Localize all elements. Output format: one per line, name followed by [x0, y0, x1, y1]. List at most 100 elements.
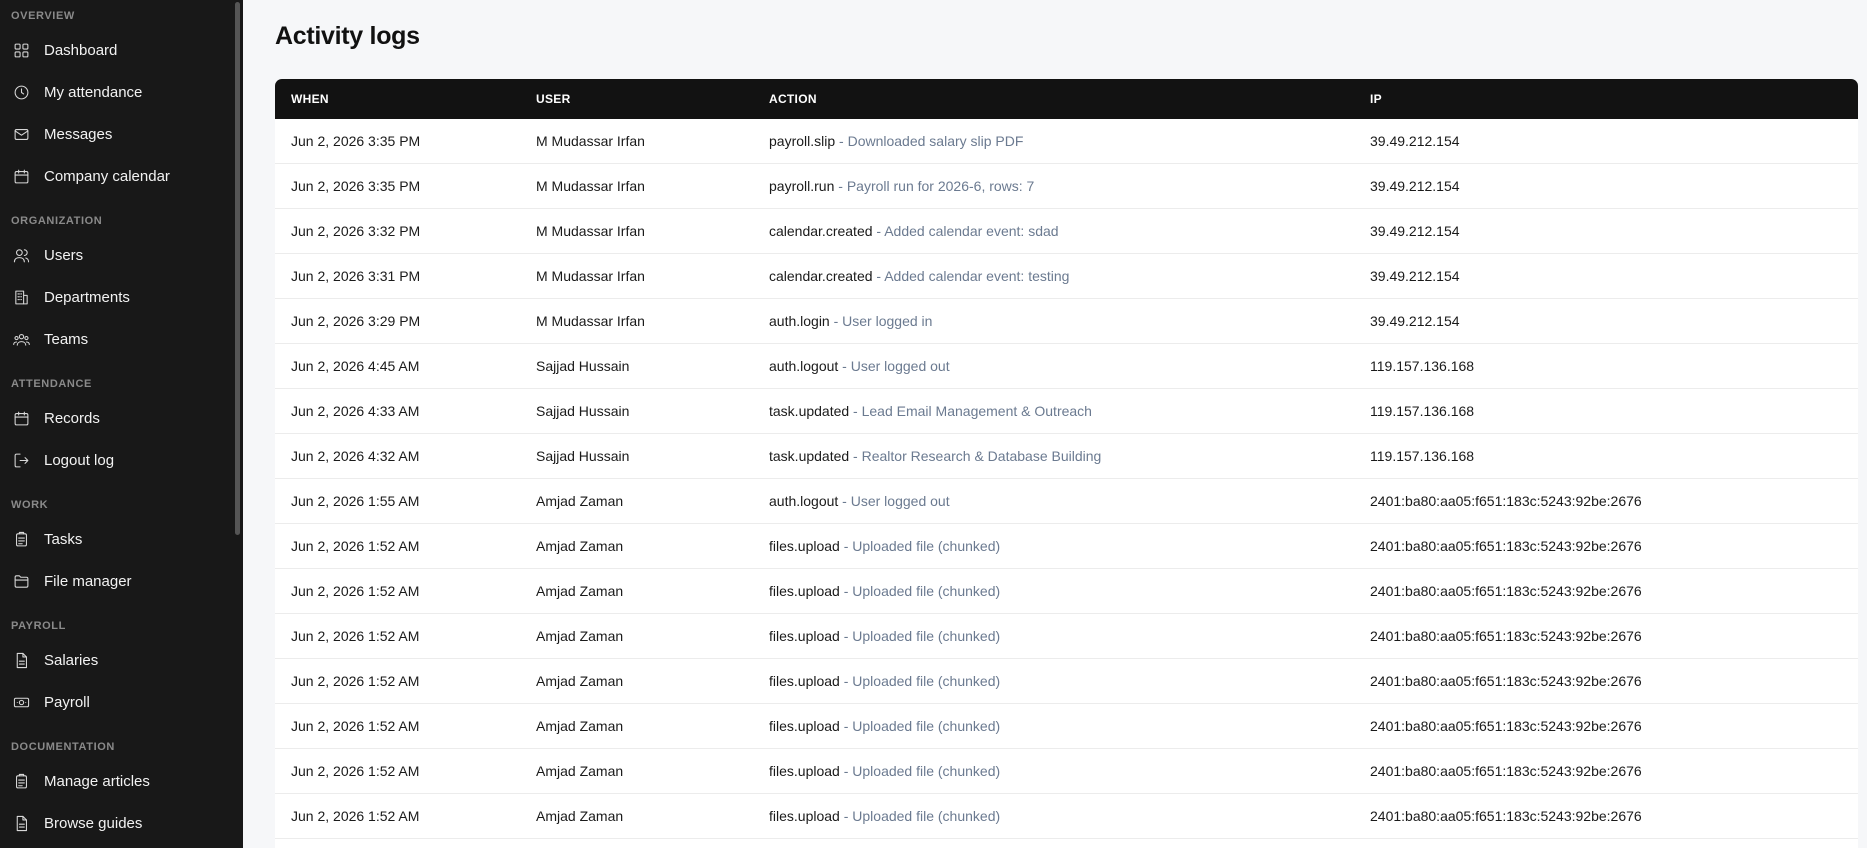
- mail-icon: [13, 126, 30, 143]
- sidebar-item-label: Salaries: [44, 651, 99, 669]
- cell-when: Jun 2, 2026 1:52 AM: [291, 583, 420, 599]
- action-description: - Uploaded file (chunked): [839, 583, 1001, 599]
- sidebar-item-company-calendar[interactable]: Company calendar: [0, 159, 232, 193]
- table-row[interactable]: Jun 2, 2026 1:52 AM Amjad Zaman files.uplo…: [275, 524, 1858, 569]
- calendar-icon: [13, 168, 30, 185]
- sidebar-scrollbar[interactable]: [235, 2, 240, 535]
- document-icon: [13, 652, 30, 669]
- action-code: task.updated: [769, 448, 850, 464]
- action-description: - Uploaded file (chunked): [839, 763, 1001, 779]
- sidebar-item-tasks[interactable]: Tasks: [0, 522, 232, 556]
- table-row[interactable]: Jun 2, 2026 3:32 PM M Mudassar Irfan calen…: [275, 209, 1858, 254]
- sidebar-section-attendance: ATTENDANCE: [11, 378, 92, 390]
- action-code: auth.logout: [769, 358, 839, 374]
- cell-when: Jun 2, 2026 1:52 AM: [291, 718, 420, 734]
- sidebar-item-dashboard[interactable]: Dashboard: [0, 33, 232, 67]
- action-code: calendar.created: [769, 223, 873, 239]
- column-header-ip[interactable]: IP: [1370, 92, 1858, 106]
- cell-ip: 39.49.212.154: [1370, 268, 1460, 284]
- grid-icon: [13, 42, 30, 59]
- column-header-action[interactable]: ACTION: [769, 92, 1370, 106]
- sidebar-item-label: Payroll: [44, 693, 90, 711]
- table-row[interactable]: Jun 2, 2026 3:29 PM M Mudassar Irfan auth.…: [275, 299, 1858, 344]
- sidebar-item-payroll[interactable]: Payroll: [0, 685, 232, 719]
- cell-when: Jun 2, 2026 1:52 AM: [291, 763, 420, 779]
- cell-when: Jun 2, 2026 1:52 AM: [291, 628, 420, 644]
- sidebar-item-salaries[interactable]: Salaries: [0, 643, 232, 677]
- cell-ip: 39.49.212.154: [1370, 178, 1460, 194]
- cell-ip: 119.157.136.168: [1370, 448, 1475, 464]
- table-row[interactable]: Jun 2, 2026 3:35 PM M Mudassar Irfan payro…: [275, 119, 1858, 164]
- action-code: task.updated: [769, 403, 850, 419]
- table-row[interactable]: Jun 2, 2026 1:55 AM Amjad Zaman auth.logou…: [275, 479, 1858, 524]
- logout-icon: [13, 452, 30, 469]
- sidebar-section-organization: ORGANIZATION: [11, 215, 103, 227]
- cell-ip: 2401:ba80:aa05:f651:183c:5243:92be:2676: [1370, 628, 1642, 644]
- table-row[interactable]: Jun 2, 2026 1:52 AM Amjad Zaman files.uplo…: [275, 614, 1858, 659]
- table-row[interactable]: Jun 2, 2026 4:33 AM Sajjad Hussain task.up…: [275, 389, 1858, 434]
- cell-user: Amjad Zaman: [536, 718, 624, 734]
- cell-user: Sajjad Hussain: [536, 358, 630, 374]
- table-row[interactable]: Jun 2, 2026 1:52 AM Amjad Zaman files.uplo…: [275, 704, 1858, 749]
- sidebar: OVERVIEW Dashboard My attendance Message…: [0, 0, 243, 848]
- sidebar-item-messages[interactable]: Messages: [0, 117, 232, 151]
- cell-user: M Mudassar Irfan: [536, 313, 645, 329]
- cell-action: files.upload - Uploaded file (chunked): [769, 628, 1370, 644]
- sidebar-item-departments[interactable]: Departments: [0, 280, 232, 314]
- sidebar-item-label: Company calendar: [44, 167, 170, 185]
- sidebar-item-file-manager[interactable]: File manager: [0, 564, 232, 598]
- action-description: - User logged in: [829, 313, 933, 329]
- cell-action: payroll.run - Payroll run for 2026-6, ro…: [769, 178, 1370, 194]
- sidebar-item-users[interactable]: Users: [0, 238, 232, 272]
- table-row[interactable]: Jun 2, 2026 1:52 AM Amjad Zaman files.uplo…: [275, 659, 1858, 704]
- folder-icon: [13, 573, 30, 590]
- cell-user: Amjad Zaman: [536, 808, 624, 824]
- document-icon: [13, 815, 30, 832]
- table-row[interactable]: Jun 2, 2026 1:52 AM Amjad Zaman files.uplo…: [275, 794, 1858, 839]
- sidebar-item-label: Logout log: [44, 451, 115, 469]
- action-code: files.upload: [769, 583, 840, 599]
- cell-action: calendar.created - Added calendar event:…: [769, 223, 1370, 239]
- cell-action: task.updated - Realtor Research & Databa…: [769, 448, 1370, 464]
- cell-action: files.upload - Uploaded file (chunked): [769, 763, 1370, 779]
- action-code: auth.login: [769, 313, 830, 329]
- cell-ip: 119.157.136.168: [1370, 358, 1475, 374]
- cell-user: M Mudassar Irfan: [536, 223, 645, 239]
- sidebar-item-manage-articles[interactable]: Manage articles: [0, 764, 232, 798]
- table-row[interactable]: Jun 2, 2026 1:52 AM Amjad Zaman files.uplo…: [275, 749, 1858, 794]
- sidebar-item-label: Dashboard: [44, 41, 118, 59]
- cell-action: files.upload - Uploaded file (chunked): [769, 673, 1370, 689]
- cash-icon: [13, 694, 30, 711]
- clipboard-icon: [13, 531, 30, 548]
- cell-when: Jun 2, 2026 4:33 AM: [291, 403, 420, 419]
- column-header-user[interactable]: USER: [536, 92, 769, 106]
- table-row[interactable]: Jun 2, 2026 3:31 PM M Mudassar Irfan calen…: [275, 254, 1858, 299]
- cell-ip: 2401:ba80:aa05:f651:183c:5243:92be:2676: [1370, 538, 1642, 554]
- team-icon: [13, 331, 30, 348]
- action-code: files.upload: [769, 538, 840, 554]
- table-row[interactable]: Jun 2, 2026 3:35 PM M Mudassar Irfan payro…: [275, 164, 1858, 209]
- action-description: - Downloaded salary slip PDF: [835, 133, 1024, 149]
- sidebar-item-label: Departments: [44, 288, 130, 306]
- sidebar-item-records[interactable]: Records: [0, 401, 232, 435]
- sidebar-item-teams[interactable]: Teams: [0, 322, 232, 356]
- cell-action: auth.login - User logged in: [769, 313, 1370, 329]
- table-row[interactable]: Jun 2, 2026 1:52 AM Amjad Zaman files.uplo…: [275, 569, 1858, 614]
- action-description: - User logged out: [838, 358, 950, 374]
- page-title: Activity logs: [275, 22, 420, 50]
- table-row[interactable]: Jun 2, 2026 4:45 AM Sajjad Hussain auth.lo…: [275, 344, 1858, 389]
- cell-when: Jun 2, 2026 3:31 PM: [291, 268, 421, 284]
- sidebar-section-documentation: DOCUMENTATION: [11, 741, 115, 753]
- sidebar-item-label: Manage articles: [44, 772, 150, 790]
- cell-action: files.upload - Uploaded file (chunked): [769, 808, 1370, 824]
- column-header-when[interactable]: WHEN: [275, 92, 536, 106]
- table-row[interactable]: Jun 2, 2026 4:32 AM Sajjad Hussain task.up…: [275, 434, 1858, 479]
- cell-user: M Mudassar Irfan: [536, 133, 645, 149]
- sidebar-item-logout-log[interactable]: Logout log: [0, 443, 232, 477]
- action-description: - Realtor Research & Database Building: [849, 448, 1102, 464]
- sidebar-item-label: Users: [44, 246, 84, 264]
- sidebar-item-browse-guides[interactable]: Browse guides: [0, 806, 232, 840]
- cell-action: task.updated - Lead Email Management & O…: [769, 403, 1370, 419]
- sidebar-item-my-attendance[interactable]: My attendance: [0, 75, 232, 109]
- building-icon: [13, 289, 30, 306]
